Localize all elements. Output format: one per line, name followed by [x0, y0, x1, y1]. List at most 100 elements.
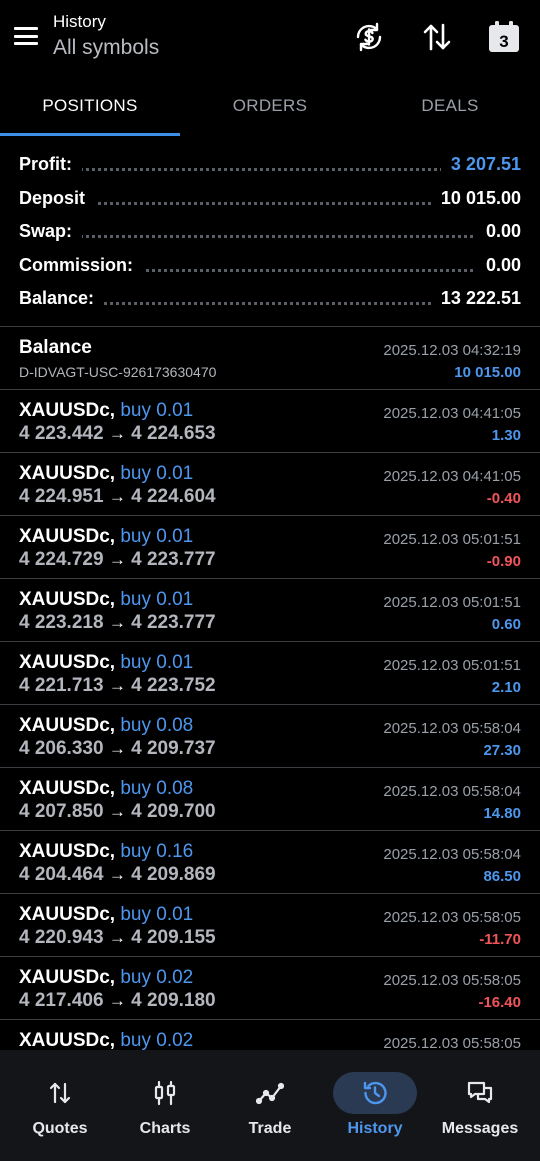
trade-side: buy 0.01 — [120, 526, 194, 547]
symbol: XAUUSDc, — [19, 400, 116, 421]
calendar-day: 3 — [499, 32, 508, 51]
nav-charts[interactable]: Charts — [111, 1050, 219, 1161]
price-range: 4 217.406 → 4 209.180 — [19, 990, 216, 1012]
position-title: XAUUSDc, buy 0.08 — [19, 778, 193, 800]
position-time: 2025.12.03 05:58:05 — [383, 909, 521, 926]
position-row[interactable]: XAUUSDc, buy 0.01 4 224.951 → 4 224.604 20… — [0, 452, 540, 515]
position-time: 2025.12.03 04:41:05 — [383, 405, 521, 422]
close-price: 4 224.653 — [131, 423, 216, 444]
trade-side: buy 0.16 — [120, 841, 194, 862]
tab-orders[interactable]: ORDERS — [180, 96, 360, 116]
symbol: XAUUSDc, — [19, 715, 116, 736]
symbol: XAUUSDc, — [19, 526, 116, 547]
position-row[interactable]: XAUUSDc, buy 0.02 2025.12.03 05:58:05 — [0, 1019, 540, 1050]
position-row[interactable]: XAUUSDc, buy 0.01 4 224.729 → 4 223.777 20… — [0, 515, 540, 578]
nav-messages[interactable]: Messages — [426, 1050, 534, 1161]
position-time: 2025.12.03 05:01:51 — [383, 657, 521, 674]
summary-label: Swap: — [19, 221, 83, 242]
currency-refresh-icon[interactable] — [352, 20, 386, 54]
position-row[interactable]: XAUUSDc, buy 0.01 4 223.218 → 4 223.777 20… — [0, 578, 540, 641]
close-price: 4 223.777 — [131, 549, 216, 570]
open-price: 4 224.729 — [19, 549, 104, 570]
sort-icon[interactable] — [420, 20, 454, 54]
price-range: 4 220.943 → 4 209.155 — [19, 927, 216, 949]
symbol: XAUUSDc, — [19, 463, 116, 484]
app-header: History All symbols 3 — [0, 0, 540, 78]
tab-deals[interactable]: DEALS — [360, 96, 540, 116]
position-profit: 1.30 — [491, 427, 521, 444]
position-time: 2025.12.03 05:58:05 — [383, 1035, 521, 1050]
trade-side: buy 0.02 — [120, 1030, 194, 1050]
tab-positions[interactable]: POSITIONS — [0, 96, 180, 116]
calendar-icon[interactable]: 3 — [487, 20, 521, 54]
summary-row-profit: Profit: 3 207.51 — [0, 148, 540, 182]
arrow-right-icon: → — [108, 991, 126, 1010]
summary-label: Balance: — [19, 288, 105, 309]
open-price: 4 217.406 — [19, 990, 104, 1011]
balance-entry[interactable]: Balance D-IDVAGT-USC-926173630470 2025.1… — [0, 326, 540, 389]
arrow-right-icon: → — [108, 424, 126, 443]
position-row[interactable]: XAUUSDc, buy 0.02 4 217.406 → 4 209.180 20… — [0, 956, 540, 1019]
symbol: XAUUSDc, — [19, 589, 116, 610]
active-tab-indicator — [0, 133, 180, 136]
candlestick-icon — [123, 1072, 207, 1114]
position-time: 2025.12.03 05:58:04 — [383, 720, 521, 737]
price-range: 4 207.850 → 4 209.700 — [19, 801, 216, 823]
open-price: 4 223.218 — [19, 612, 104, 633]
position-title: XAUUSDc, buy 0.02 — [19, 967, 193, 989]
messages-icon — [438, 1072, 522, 1114]
arrow-right-icon: → — [108, 865, 126, 884]
position-row[interactable]: XAUUSDc, buy 0.01 4 223.442 → 4 224.653 20… — [0, 389, 540, 452]
price-range: 4 224.951 → 4 224.604 — [19, 486, 216, 508]
open-price: 4 223.442 — [19, 423, 104, 444]
symbol-filter[interactable]: All symbols — [53, 36, 159, 60]
menu-icon[interactable] — [14, 27, 38, 45]
position-title: XAUUSDc, buy 0.01 — [19, 904, 193, 926]
position-row[interactable]: XAUUSDc, buy 0.08 4 206.330 → 4 209.737 20… — [0, 704, 540, 767]
close-price: 4 209.737 — [131, 738, 216, 759]
symbol: XAUUSDc, — [19, 841, 116, 862]
nav-trade[interactable]: Trade — [216, 1050, 324, 1161]
position-profit: 86.50 — [483, 868, 521, 885]
trade-line-icon — [228, 1072, 312, 1114]
position-title: XAUUSDc, buy 0.16 — [19, 841, 193, 863]
position-row[interactable]: XAUUSDc, buy 0.01 4 220.943 → 4 209.155 20… — [0, 893, 540, 956]
open-price: 4 207.850 — [19, 801, 104, 822]
nav-quotes[interactable]: Quotes — [6, 1050, 114, 1161]
bottom-navigation: Quotes Charts Trade History Messages — [0, 1050, 540, 1161]
position-row[interactable]: XAUUSDc, buy 0.01 4 221.713 → 4 223.752 20… — [0, 641, 540, 704]
position-row[interactable]: XAUUSDc, buy 0.08 4 207.850 → 4 209.700 20… — [0, 767, 540, 830]
position-title: XAUUSDc, buy 0.01 — [19, 526, 193, 548]
symbol: XAUUSDc, — [19, 904, 116, 925]
trade-side: buy 0.01 — [120, 400, 194, 421]
summary-value: 0.00 — [475, 254, 521, 276]
price-range: 4 206.330 → 4 209.737 — [19, 738, 216, 760]
trade-side: buy 0.01 — [120, 904, 194, 925]
arrow-right-icon: → — [108, 550, 126, 569]
position-profit: -16.40 — [478, 994, 521, 1011]
close-price: 4 224.604 — [131, 486, 216, 507]
entry-title: Balance — [19, 337, 92, 358]
arrow-right-icon: → — [108, 928, 126, 947]
nav-label: Charts — [139, 1120, 191, 1137]
position-row[interactable]: XAUUSDc, buy 0.16 4 204.464 → 4 209.869 20… — [0, 830, 540, 893]
symbol: XAUUSDc, — [19, 1030, 116, 1050]
open-price: 4 221.713 — [19, 675, 104, 696]
open-price: 4 224.951 — [19, 486, 104, 507]
position-title: XAUUSDc, buy 0.08 — [19, 715, 193, 737]
summary-row-deposit: Deposit 10 015.00 — [0, 182, 540, 216]
open-price: 4 206.330 — [19, 738, 104, 759]
open-price: 4 220.943 — [19, 927, 104, 948]
history-list[interactable]: Balance D-IDVAGT-USC-926173630470 2025.1… — [0, 326, 540, 1050]
trade-side: buy 0.02 — [120, 967, 194, 988]
symbol: XAUUSDc, — [19, 778, 116, 799]
summary-label: Profit: — [19, 154, 82, 175]
position-title: XAUUSDc, buy 0.01 — [19, 400, 193, 422]
entry-amount: 10 015.00 — [454, 364, 521, 381]
history-icon — [333, 1072, 417, 1114]
nav-history[interactable]: History — [321, 1050, 429, 1161]
position-profit: 27.30 — [483, 742, 521, 759]
arrow-right-icon: → — [108, 613, 126, 632]
position-time: 2025.12.03 05:58:04 — [383, 783, 521, 800]
dotted-leader — [19, 235, 521, 238]
